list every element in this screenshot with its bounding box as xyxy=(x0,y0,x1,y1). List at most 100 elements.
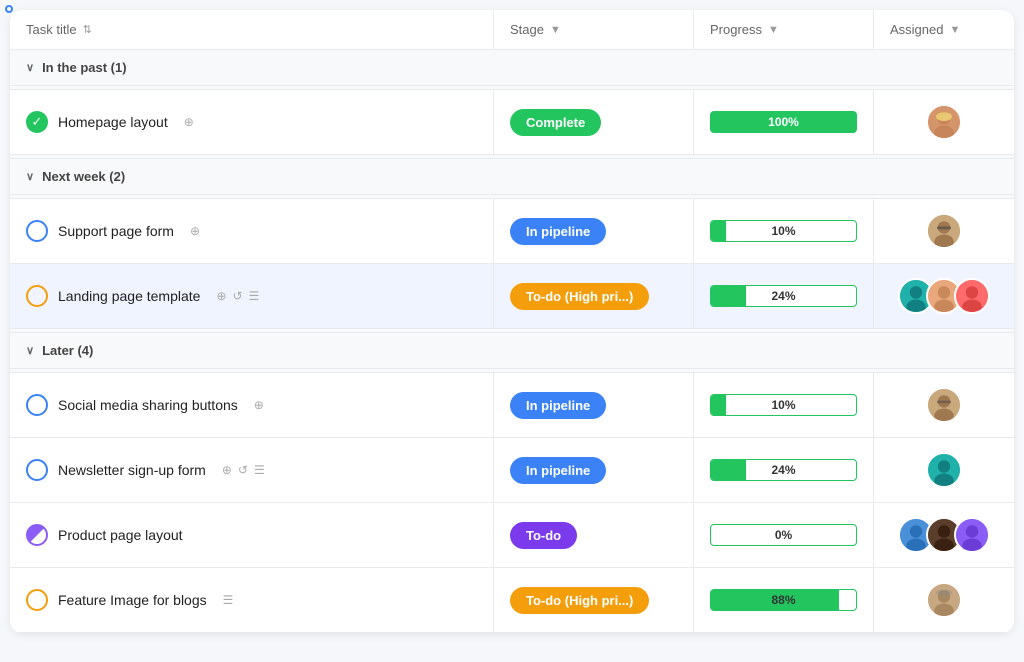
task-name: Newsletter sign-up form xyxy=(58,462,206,478)
col-assigned-label: Assigned xyxy=(890,22,943,37)
avatar xyxy=(926,452,962,488)
avatar xyxy=(926,213,962,249)
progress-cell: 24% xyxy=(694,438,874,502)
link-icon[interactable]: ⊕ xyxy=(216,289,226,303)
progress-cell: 10% xyxy=(694,199,874,263)
list-icon[interactable]: ☰ xyxy=(223,593,234,607)
stage-badge[interactable]: To-do (High pri...) xyxy=(510,587,649,614)
avatar-cell xyxy=(874,90,1014,154)
progress-bar: 24% xyxy=(710,459,857,481)
list-icon[interactable]: ☰ xyxy=(249,289,260,303)
task-icons: ⊕ xyxy=(184,115,194,129)
stage-cell: Complete xyxy=(494,90,694,154)
group-past[interactable]: ∨ In the past (1) xyxy=(10,50,1014,86)
task-title-cell: Feature Image for blogs ☰ xyxy=(10,568,494,632)
chevron-next-week: ∨ xyxy=(26,170,34,183)
progress-label: 88% xyxy=(711,593,856,607)
task-title-cell: Product page layout xyxy=(10,503,494,567)
group-later-label: Later (4) xyxy=(42,343,93,358)
stage-badge[interactable]: In pipeline xyxy=(510,457,606,484)
stage-badge[interactable]: Complete xyxy=(510,109,601,136)
stage-cell: In pipeline xyxy=(494,373,694,437)
link-icon[interactable]: ⊕ xyxy=(222,463,232,477)
avatar xyxy=(926,104,962,140)
task-icons: ⊕ ↺ ☰ xyxy=(216,289,259,303)
task-icons: ⊕ xyxy=(254,398,264,412)
stage-cell: In pipeline xyxy=(494,199,694,263)
task-icons: ⊕ xyxy=(190,224,200,238)
table-row: ✓ Homepage layout ⊕ Complete 100% xyxy=(10,90,1014,155)
group-later[interactable]: ∨ Later (4) xyxy=(10,333,1014,369)
link-icon[interactable]: ⊕ xyxy=(190,224,200,238)
status-icon-todo-high[interactable] xyxy=(26,285,48,307)
col-progress[interactable]: Progress ▼ xyxy=(694,10,874,49)
task-title-cell: Landing page template ⊕ ↺ ☰ xyxy=(10,264,494,328)
status-icon-todo[interactable] xyxy=(26,524,48,546)
link-icon[interactable]: ⊕ xyxy=(184,115,194,129)
task-name: Feature Image for blogs xyxy=(58,592,207,608)
repeat-icon[interactable]: ↺ xyxy=(233,289,243,303)
status-icon-pipeline[interactable] xyxy=(26,394,48,416)
table-row: Product page layout To-do 0% xyxy=(10,503,1014,568)
progress-cell: 10% xyxy=(694,373,874,437)
stage-badge[interactable]: To-do xyxy=(510,522,577,549)
avatar-cell xyxy=(874,373,1014,437)
table-row: Newsletter sign-up form ⊕ ↺ ☰ In pipelin… xyxy=(10,438,1014,503)
progress-label: 0% xyxy=(711,528,856,542)
avatar-group xyxy=(898,517,990,553)
link-icon[interactable]: ⊕ xyxy=(254,398,264,412)
progress-label: 100% xyxy=(711,115,856,129)
avatar xyxy=(926,387,962,423)
task-name: Homepage layout xyxy=(58,114,168,130)
repeat-icon[interactable]: ↺ xyxy=(238,463,248,477)
col-task-title[interactable]: Task title ⇅ xyxy=(10,10,494,49)
progress-bar: 10% xyxy=(710,394,857,416)
avatar-cell xyxy=(874,438,1014,502)
stage-badge[interactable]: To-do (High pri...) xyxy=(510,283,649,310)
col-stage[interactable]: Stage ▼ xyxy=(494,10,694,49)
avatar-cell xyxy=(874,568,1014,632)
group-next-week[interactable]: ∨ Next week (2) xyxy=(10,159,1014,195)
stage-badge[interactable]: In pipeline xyxy=(510,392,606,419)
stage-cell: To-do xyxy=(494,503,694,567)
table-header: Task title ⇅ Stage ▼ Progress ▼ Assigned… xyxy=(10,10,1014,50)
status-icon-complete[interactable]: ✓ xyxy=(26,111,48,133)
progress-label: 24% xyxy=(711,289,856,303)
assigned-dropdown-icon: ▼ xyxy=(949,24,960,36)
status-icon-pipeline[interactable] xyxy=(26,220,48,242)
avatar xyxy=(954,517,990,553)
progress-bar: 88% xyxy=(710,589,857,611)
task-title-cell: ✓ Homepage layout ⊕ xyxy=(10,90,494,154)
stage-dropdown-icon: ▼ xyxy=(550,24,561,36)
table-row: Feature Image for blogs ☰ To-do (High pr… xyxy=(10,568,1014,633)
col-progress-label: Progress xyxy=(710,22,762,37)
progress-label: 24% xyxy=(711,463,856,477)
task-name: Social media sharing buttons xyxy=(58,397,238,413)
stage-cell: To-do (High pri...) xyxy=(494,264,694,328)
stage-cell: In pipeline xyxy=(494,438,694,502)
col-task-title-label: Task title xyxy=(26,22,77,37)
progress-dropdown-icon: ▼ xyxy=(768,24,779,36)
task-name: Product page layout xyxy=(58,527,183,543)
avatar xyxy=(926,582,962,618)
task-name: Landing page template xyxy=(58,288,200,304)
sort-icon: ⇅ xyxy=(83,23,92,36)
progress-label: 10% xyxy=(711,224,856,238)
status-icon-pipeline[interactable] xyxy=(26,459,48,481)
progress-cell: 24% xyxy=(694,264,874,328)
avatar xyxy=(954,278,990,314)
col-assigned[interactable]: Assigned ▼ xyxy=(874,10,1014,49)
group-past-label: In the past (1) xyxy=(42,60,127,75)
progress-bar: 0% xyxy=(710,524,857,546)
stage-badge[interactable]: In pipeline xyxy=(510,218,606,245)
group-next-week-label: Next week (2) xyxy=(42,169,125,184)
task-icons: ☰ xyxy=(223,593,234,607)
table-row: Social media sharing buttons ⊕ In pipeli… xyxy=(10,373,1014,438)
chevron-past: ∨ xyxy=(26,61,34,74)
task-name: Support page form xyxy=(58,223,174,239)
progress-bar: 100% xyxy=(710,111,857,133)
status-icon-todo-high[interactable] xyxy=(26,589,48,611)
col-stage-label: Stage xyxy=(510,22,544,37)
list-icon[interactable]: ☰ xyxy=(254,463,265,477)
stage-cell: To-do (High pri...) xyxy=(494,568,694,632)
